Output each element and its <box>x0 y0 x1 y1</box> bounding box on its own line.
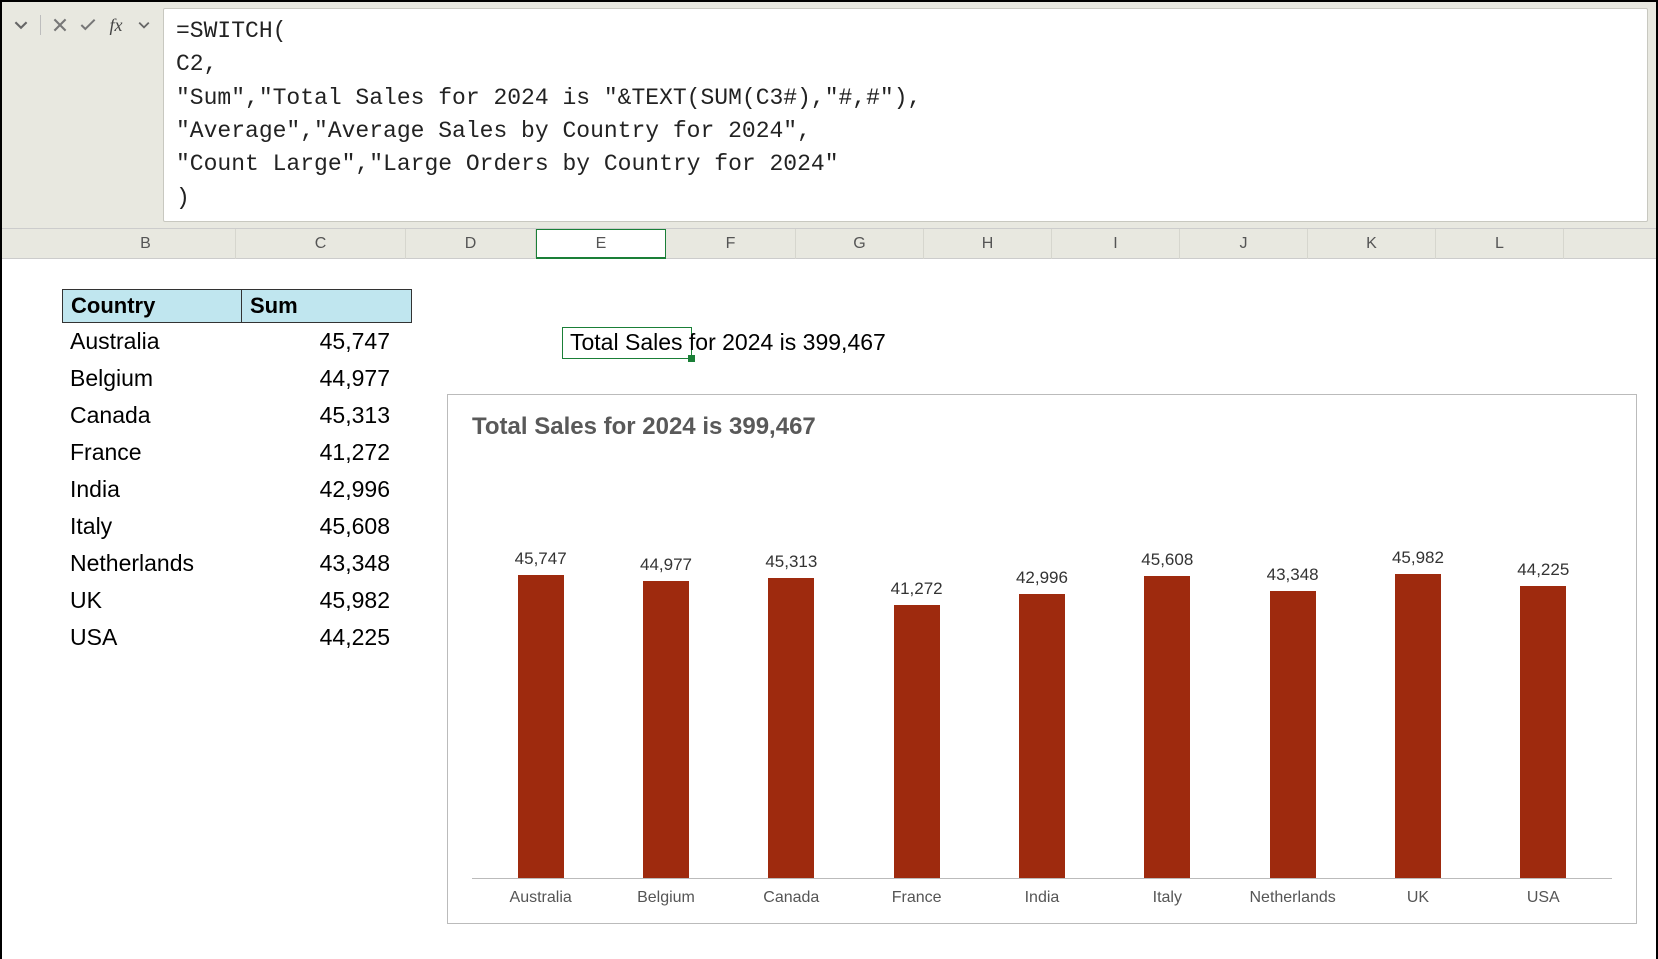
table-row[interactable]: Canada45,313 <box>62 397 412 434</box>
chart-x-label: UK <box>1368 889 1468 907</box>
chart-bar <box>1019 594 1065 878</box>
column-header-L[interactable]: L <box>1436 229 1564 259</box>
column-header-H[interactable]: H <box>924 229 1052 259</box>
chart-x-label: India <box>992 889 1092 907</box>
cell-country[interactable]: UK <box>62 587 242 614</box>
chart-x-label: USA <box>1493 889 1593 907</box>
cell-country[interactable]: France <box>62 439 242 466</box>
cell-country[interactable]: Canada <box>62 402 242 429</box>
cell-value[interactable]: 44,977 <box>242 365 412 392</box>
chart-bar <box>1144 576 1190 878</box>
formula-input[interactable]: =SWITCH( C2, "Sum","Total Sales for 2024… <box>163 8 1648 222</box>
table-row[interactable]: Italy45,608 <box>62 508 412 545</box>
chart-title: Total Sales for 2024 is 399,467 <box>472 413 1612 441</box>
chart-bar-group: 41,272 <box>867 579 967 878</box>
formula-bar-controls: fx <box>10 8 155 36</box>
table-header-row: Country Sum <box>62 289 412 323</box>
chart-bar-group: 43,348 <box>1243 565 1343 878</box>
column-header-B[interactable]: B <box>56 229 236 259</box>
cancel-icon[interactable] <box>49 14 71 36</box>
column-header-G[interactable]: G <box>796 229 924 259</box>
chart-data-label: 45,747 <box>515 549 567 569</box>
cell-country[interactable]: Belgium <box>62 365 242 392</box>
column-header-C[interactable]: C <box>236 229 406 259</box>
chart-data-label: 41,272 <box>891 579 943 599</box>
column-header-D[interactable]: D <box>406 229 536 259</box>
cell-country[interactable]: USA <box>62 624 242 651</box>
column-header-row: BCDEFGHIJKL <box>2 229 1656 259</box>
chart-x-label: France <box>867 889 967 907</box>
cell-country[interactable]: Italy <box>62 513 242 540</box>
chart-bar-group: 45,747 <box>491 549 591 878</box>
chart-plot-area: 45,747 44,977 45,313 41,272 42,996 45,608 43,3… <box>472 459 1612 879</box>
chart-data-label: 43,348 <box>1267 565 1319 585</box>
cell-value[interactable]: 43,348 <box>242 550 412 577</box>
chart-x-label: Netherlands <box>1243 889 1343 907</box>
column-header-J[interactable]: J <box>1180 229 1308 259</box>
chart-bar-group: 45,982 <box>1368 548 1468 878</box>
chart-data-label: 42,996 <box>1016 568 1068 588</box>
chart-bar-group: 45,608 <box>1117 550 1217 878</box>
table-row[interactable]: UK45,982 <box>62 582 412 619</box>
fx-dropdown-icon[interactable] <box>133 14 155 36</box>
chart-bar-group: 45,313 <box>741 552 841 878</box>
chart-data-label: 45,608 <box>1141 550 1193 570</box>
cell-value[interactable]: 42,996 <box>242 476 412 503</box>
table-header-aggregation[interactable]: Sum <box>242 289 412 323</box>
chart-x-label: Belgium <box>616 889 716 907</box>
fx-icon[interactable]: fx <box>105 14 127 36</box>
cell-value[interactable]: 45,982 <box>242 587 412 614</box>
chart-x-axis-labels: Australia Belgium Canada France India Italy Ne… <box>472 889 1612 907</box>
sales-bar-chart[interactable]: Total Sales for 2024 is 399,467 45,747 44… <box>447 394 1637 924</box>
namebox-dropdown-icon[interactable] <box>10 14 32 36</box>
formula-bar: fx =SWITCH( C2, "Sum","Total Sales for 2… <box>2 2 1656 229</box>
table-header-country[interactable]: Country <box>62 289 242 323</box>
column-header-K[interactable]: K <box>1308 229 1436 259</box>
chart-bar <box>1270 591 1316 878</box>
column-header-E[interactable]: E <box>536 229 666 259</box>
table-row[interactable]: France41,272 <box>62 434 412 471</box>
table-row[interactable]: Australia45,747 <box>62 323 412 360</box>
chart-x-label: Australia <box>491 889 591 907</box>
chart-data-label: 44,225 <box>1517 560 1569 580</box>
chart-bar <box>1520 586 1566 878</box>
cell-value[interactable]: 41,272 <box>242 439 412 466</box>
chart-data-label: 45,982 <box>1392 548 1444 568</box>
worksheet-grid[interactable]: Country Sum Australia45,747Belgium44,977… <box>2 259 1656 959</box>
cell-value[interactable]: 45,747 <box>242 328 412 355</box>
table-row[interactable]: Belgium44,977 <box>62 360 412 397</box>
chart-bar <box>768 578 814 878</box>
chart-x-label: Canada <box>741 889 841 907</box>
chart-bar-group: 44,977 <box>616 555 716 878</box>
table-row[interactable]: India42,996 <box>62 471 412 508</box>
column-header-F[interactable]: F <box>666 229 796 259</box>
cell-country[interactable]: Netherlands <box>62 550 242 577</box>
table-row[interactable]: USA44,225 <box>62 619 412 656</box>
chart-bar <box>894 605 940 878</box>
chart-bar-group: 44,225 <box>1493 560 1593 878</box>
cell-country[interactable]: Australia <box>62 328 242 355</box>
formula-result-cell[interactable]: Total Sales for 2024 is 399,467 <box>570 329 886 356</box>
enter-icon[interactable] <box>77 14 99 36</box>
chart-data-label: 44,977 <box>640 555 692 575</box>
cell-value[interactable]: 44,225 <box>242 624 412 651</box>
table-row[interactable]: Netherlands43,348 <box>62 545 412 582</box>
cell-value[interactable]: 45,608 <box>242 513 412 540</box>
chart-bar <box>1395 574 1441 878</box>
country-sales-table: Country Sum Australia45,747Belgium44,977… <box>62 289 412 656</box>
row-header-gutter <box>2 229 56 258</box>
chart-bar <box>643 581 689 878</box>
column-header-I[interactable]: I <box>1052 229 1180 259</box>
cell-country[interactable]: India <box>62 476 242 503</box>
cell-value[interactable]: 45,313 <box>242 402 412 429</box>
divider <box>40 15 41 35</box>
chart-bar <box>518 575 564 878</box>
chart-x-label: Italy <box>1117 889 1217 907</box>
chart-bar-group: 42,996 <box>992 568 1092 878</box>
chart-data-label: 45,313 <box>765 552 817 572</box>
